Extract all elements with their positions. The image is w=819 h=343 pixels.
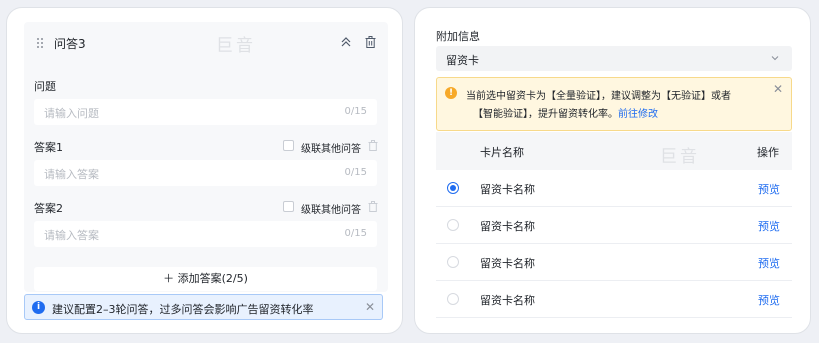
drag-handle-icon[interactable] [36, 37, 44, 49]
table-row[interactable]: 留资卡名称 预览 [436, 207, 792, 244]
warning-icon: ! [445, 87, 457, 99]
chevron-down-icon [771, 56, 779, 61]
answer-1-input[interactable]: 请输入答案 0/15 [34, 160, 377, 186]
collapse-icon[interactable] [341, 37, 351, 47]
table-row[interactable]: 留资卡名称 预览 [436, 281, 792, 318]
card-name: 留资卡名称 [480, 294, 535, 307]
table-header: 卡片名称 巨音 操作 [436, 132, 792, 170]
answer-2-input[interactable]: 请输入答案 0/15 [34, 221, 377, 247]
radio-icon[interactable] [447, 293, 459, 305]
warning-alert: ! 当前选中留资卡为【全量验证】，建议调整为【无验证】或者 【智能验证】，提升留… [436, 77, 792, 131]
radio-icon[interactable] [447, 256, 459, 268]
watermark: 巨音 [216, 36, 256, 56]
trash-icon[interactable] [368, 201, 378, 212]
answer-1-cascade-checkbox[interactable] [283, 140, 294, 151]
preview-link[interactable]: 预览 [758, 218, 780, 234]
table-row[interactable]: 留资卡名称 预览 [436, 170, 792, 207]
qa-card: 问答3 巨音 问题 请输入问题 0/15 答案1 级联其他问答 请输入答案 0/… [24, 22, 388, 292]
card-type-select[interactable]: 留资卡 [436, 46, 792, 71]
trash-icon[interactable] [368, 140, 378, 151]
question-label: 问题 [34, 80, 56, 93]
radio-icon[interactable] [447, 219, 459, 231]
preview-link[interactable]: 预览 [758, 292, 780, 308]
section-title: 附加信息 [436, 30, 480, 43]
warning-text: 【智能验证】，提升留资转化率。 [473, 109, 618, 120]
question-char-count: 0/15 [344, 106, 367, 117]
trash-icon[interactable] [365, 36, 376, 48]
extra-info-panel: 附加信息 留资卡 ! 当前选中留资卡为【全量验证】，建议调整为【无验证】或者 【… [414, 7, 811, 334]
answer-2-cascade-label: 级联其他问答 [301, 205, 361, 216]
column-header-card-name: 卡片名称 [480, 146, 524, 159]
question-input[interactable]: 请输入问题 0/15 [34, 99, 377, 125]
qa-card-header: 问答3 巨音 [24, 22, 388, 64]
preview-link[interactable]: 预览 [758, 181, 780, 197]
warning-text-line2: 【智能验证】，提升留资转化率。前往修改 [473, 105, 658, 120]
answer-2-label: 答案2 [34, 202, 63, 215]
qa-panel: 问答3 巨音 问题 请输入问题 0/15 答案1 级联其他问答 请输入答案 0/… [6, 7, 403, 334]
close-icon[interactable]: ✕ [773, 82, 783, 96]
select-value: 留资卡 [446, 54, 479, 67]
card-name: 留资卡名称 [480, 183, 535, 196]
watermark: 巨音 [660, 147, 700, 167]
answer-2-char-count: 0/15 [344, 228, 367, 239]
go-modify-link[interactable]: 前往修改 [618, 109, 658, 120]
card-name: 留资卡名称 [480, 257, 535, 270]
radio-icon[interactable] [447, 182, 459, 194]
preview-link[interactable]: 预览 [758, 255, 780, 271]
info-icon: i [32, 301, 45, 314]
answer-2-cascade-checkbox[interactable] [283, 201, 294, 212]
card-name: 留资卡名称 [480, 220, 535, 233]
answer-1-placeholder: 请输入答案 [44, 168, 99, 181]
answer-1-label: 答案1 [34, 141, 63, 154]
answer-2-placeholder: 请输入答案 [44, 229, 99, 242]
answer-1-char-count: 0/15 [344, 167, 367, 178]
answer-1-cascade-label: 级联其他问答 [301, 144, 361, 155]
info-alert-text: 建议配置2–3轮问答，过多问答会影响广告留资转化率 [52, 303, 314, 316]
warning-text-line1: 当前选中留资卡为【全量验证】，建议调整为【无验证】或者 [466, 91, 731, 102]
question-placeholder: 请输入问题 [44, 107, 99, 120]
table-row[interactable]: 留资卡名称 预览 [436, 244, 792, 281]
add-answer-button[interactable]: ＋ 添加答案(2/5) [34, 267, 377, 291]
close-icon[interactable]: ✕ [365, 300, 375, 314]
qa-title: 问答3 [54, 37, 86, 51]
info-alert: i 建议配置2–3轮问答，过多问答会影响广告留资转化率 ✕ [24, 294, 383, 320]
column-header-action: 操作 [757, 146, 779, 159]
